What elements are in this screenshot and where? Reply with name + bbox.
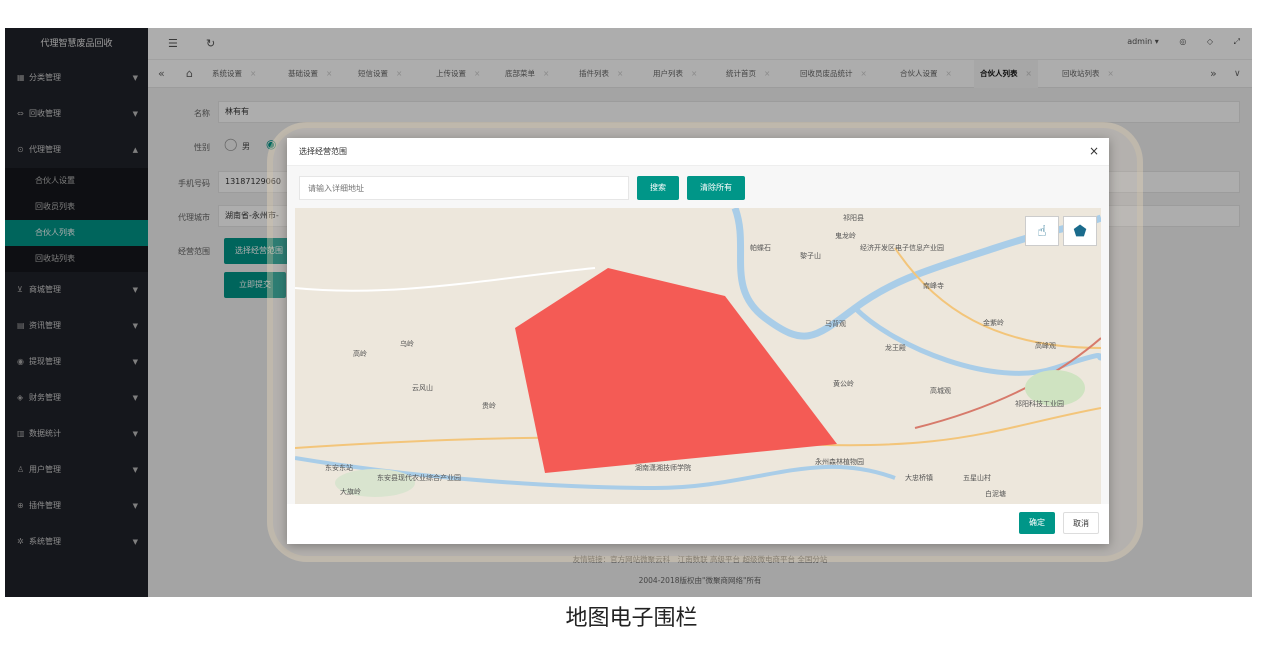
map-canvas[interactable]: 祁阳县 鬼龙岭 经济开发区电子信息产业园 黎子山 帕蝶石 南峰寺 金紫岭 马背观… bbox=[295, 208, 1101, 504]
map-label: 东安东站 bbox=[325, 463, 353, 472]
modal-body: 搜索 清除所有 bbox=[287, 166, 1109, 504]
map-label: 贵岭 bbox=[482, 401, 496, 410]
cancel-button[interactable]: 取消 bbox=[1063, 512, 1099, 534]
map-label: 经济开发区电子信息产业园 bbox=[860, 243, 944, 252]
map-label: 南峰寺 bbox=[923, 281, 944, 290]
map-label: 乌岭 bbox=[400, 339, 414, 348]
map-label: 白泥塘 bbox=[985, 489, 1006, 498]
map-label: 鬼龙岭 bbox=[835, 231, 856, 240]
map-label: 马背观 bbox=[825, 319, 846, 328]
map-label: 永州森林植物园 bbox=[815, 457, 864, 466]
caption: 地图电子围栏 bbox=[565, 606, 698, 631]
map-label: 大忠桥镇 bbox=[905, 473, 933, 482]
address-search-input[interactable] bbox=[299, 176, 629, 200]
map-label: 龙王殿 bbox=[885, 343, 906, 352]
range-modal: 选择经营范围 × 搜索 清除所有 bbox=[287, 138, 1109, 544]
map-label: 云风山 bbox=[412, 383, 433, 392]
map-label: 高城观 bbox=[930, 386, 951, 395]
map-label: 大旗岭 bbox=[340, 487, 361, 496]
modal-title: 选择经营范围 bbox=[287, 138, 1109, 166]
map-label: 金紫岭 bbox=[983, 318, 1004, 327]
map-label: 东安县现代农业综合产业园 bbox=[377, 473, 461, 482]
map-label: 湖南潇湘技师学院 bbox=[635, 463, 691, 472]
map-label: 高岭 bbox=[353, 349, 367, 358]
polygon-icon[interactable]: ⬟ bbox=[1063, 216, 1097, 246]
confirm-button[interactable]: 确定 bbox=[1019, 512, 1055, 534]
app-frame: 代理智慧废品回收 ▦ 分类管理 ▼ ⇔ 回收管理 ▼ ⊙ 代理管理 ▲ 合伙人设置 回收员列… bbox=[5, 28, 1252, 597]
map-label: 祁阳科技工业园 bbox=[1015, 399, 1064, 408]
close-icon[interactable]: × bbox=[1089, 144, 1099, 158]
map-label: 祁阳县 bbox=[843, 213, 864, 222]
clear-all-button[interactable]: 清除所有 bbox=[687, 176, 745, 200]
map-label: 帕蝶石 bbox=[750, 243, 771, 252]
modal-footer: 确定 取消 bbox=[287, 504, 1109, 544]
map-label: 高峰观 bbox=[1035, 341, 1056, 350]
map-label: 黄公岭 bbox=[833, 379, 854, 388]
map-view[interactable]: 祁阳县 鬼龙岭 经济开发区电子信息产业园 黎子山 帕蝶石 南峰寺 金紫岭 马背观… bbox=[295, 208, 1101, 504]
search-button[interactable]: 搜索 bbox=[637, 176, 679, 200]
map-label: 五星山村 bbox=[963, 473, 991, 482]
map-label: 黎子山 bbox=[800, 251, 821, 260]
hand-pointer-icon[interactable]: ☝ bbox=[1025, 216, 1059, 246]
